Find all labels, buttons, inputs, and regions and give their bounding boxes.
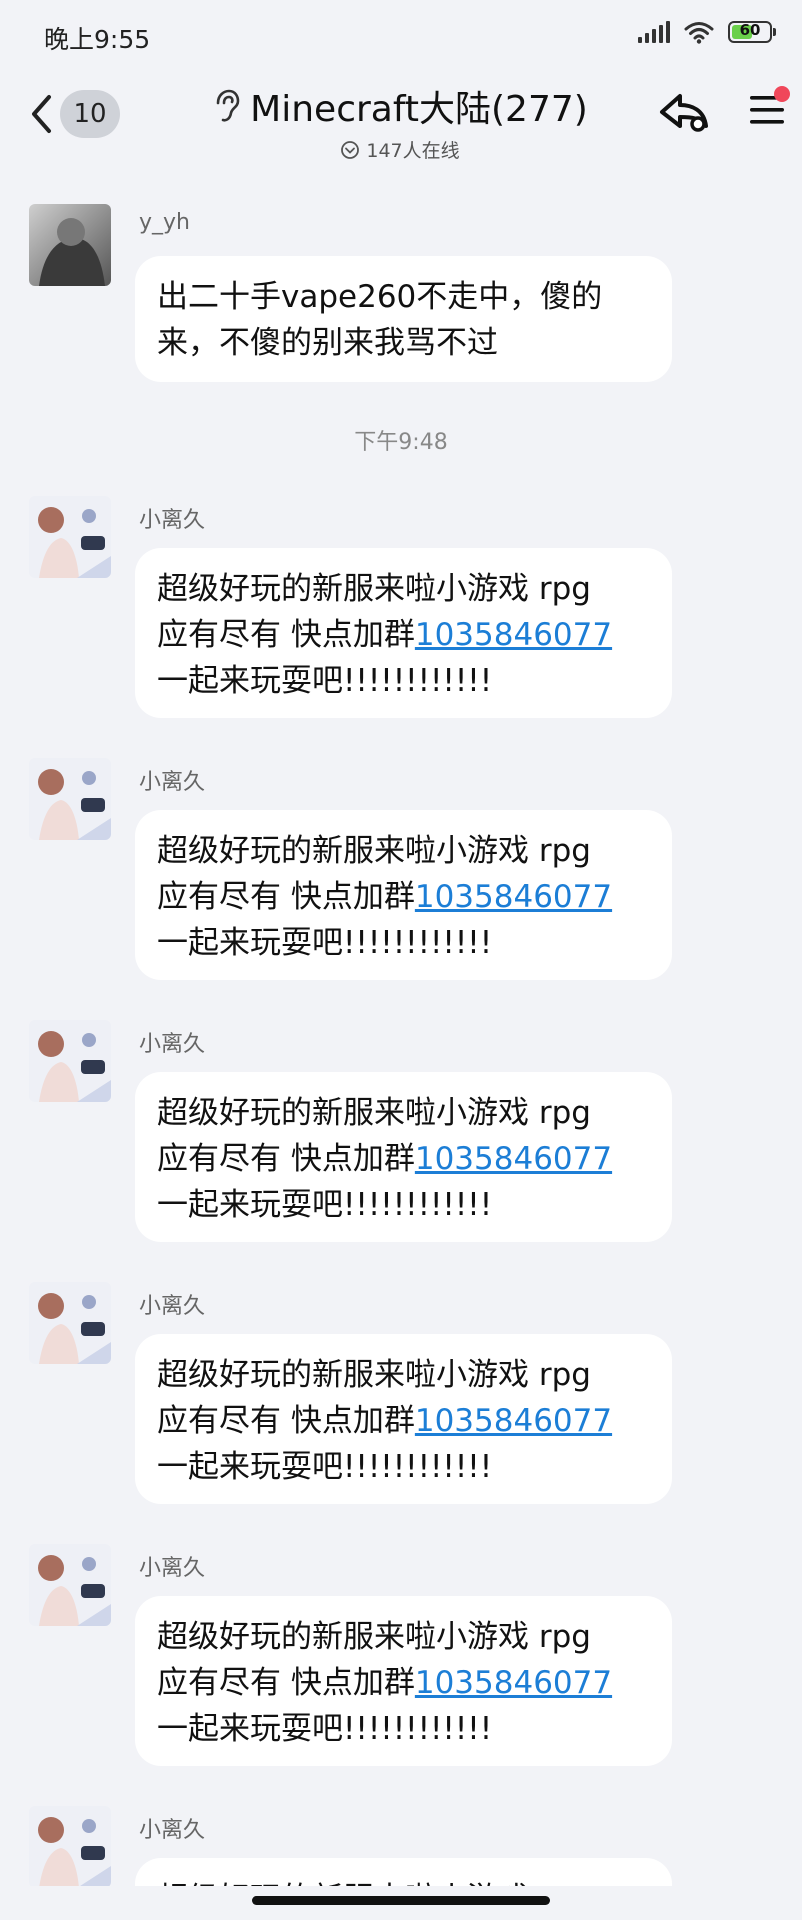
time-divider: 下午9:48 bbox=[354, 430, 448, 455]
online-status[interactable]: 147人在线 bbox=[170, 136, 630, 163]
message-text: 应有尽有 快点加群 bbox=[157, 1141, 415, 1177]
message-bubble[interactable]: 超级好玩的新服来啦小游戏 rpg 应有尽有 快点加群1035846077 一起来… bbox=[135, 1072, 672, 1242]
avatar-image bbox=[29, 758, 111, 840]
message-line: 应有尽有 快点加群1035846077 bbox=[157, 612, 650, 658]
chat-header: 10 Minecraft大陆(277) 147人在线 bbox=[0, 70, 802, 170]
status-bar: 晚上9:55 60 bbox=[0, 0, 802, 70]
group-number-link[interactable]: 1035846077 bbox=[415, 1665, 612, 1701]
message-text: 出二十手vape260不走中，傻的来，不傻的别来我骂不过 bbox=[157, 279, 603, 361]
status-icons: 60 bbox=[638, 20, 776, 44]
message-text: 应有尽有 快点加群 bbox=[157, 879, 415, 915]
message-line: 一起来玩耍吧!!!!!!!!!!!! bbox=[157, 1449, 493, 1485]
message-bubble[interactable]: 出二十手vape260不走中，傻的来，不傻的别来我骂不过 bbox=[135, 256, 672, 382]
sender-name: 小离久 bbox=[139, 770, 206, 795]
ear-icon bbox=[216, 89, 240, 122]
message-bubble[interactable]: 超级好玩的新服来啦小游戏 bbox=[135, 1858, 672, 1886]
share-icon[interactable] bbox=[658, 90, 710, 134]
unread-count-badge[interactable]: 10 bbox=[60, 90, 120, 138]
message-line: 一起来玩耍吧!!!!!!!!!!!! bbox=[157, 663, 493, 699]
message-text: 应有尽有 快点加群 bbox=[157, 1665, 415, 1701]
home-indicator[interactable] bbox=[252, 1896, 550, 1905]
message-line: 一起来玩耍吧!!!!!!!!!!!! bbox=[157, 925, 493, 961]
message-item: 小离久 超级好玩的新服来啦小游戏 rpg 应有尽有 快点加群1035846077… bbox=[0, 1282, 802, 1522]
avatar[interactable] bbox=[29, 204, 111, 286]
message-bubble[interactable]: 超级好玩的新服来啦小游戏 rpg 应有尽有 快点加群1035846077 一起来… bbox=[135, 810, 672, 980]
message-line: 超级好玩的新服来啦小游戏 rpg bbox=[157, 833, 591, 869]
group-number-link[interactable]: 1035846077 bbox=[415, 1403, 612, 1439]
online-chevron-icon bbox=[341, 140, 360, 159]
battery-icon: 60 bbox=[728, 21, 776, 43]
avatar-image bbox=[29, 1544, 111, 1626]
header-actions bbox=[658, 86, 790, 134]
message-line: 超级好玩的新服来啦小游戏 rpg bbox=[157, 1357, 591, 1393]
message-bubble[interactable]: 超级好玩的新服来啦小游戏 rpg 应有尽有 快点加群1035846077 一起来… bbox=[135, 548, 672, 718]
group-number-link[interactable]: 1035846077 bbox=[415, 879, 612, 915]
group-number-link[interactable]: 1035846077 bbox=[415, 1141, 612, 1177]
message-line: 一起来玩耍吧!!!!!!!!!!!! bbox=[157, 1711, 493, 1747]
message-bubble[interactable]: 超级好玩的新服来啦小游戏 rpg 应有尽有 快点加群1035846077 一起来… bbox=[135, 1334, 672, 1504]
avatar[interactable] bbox=[29, 496, 111, 578]
avatar-image bbox=[29, 1806, 111, 1886]
sender-name: 小离久 bbox=[139, 1556, 206, 1581]
message-line: 超级好玩的新服来啦小游戏 rpg bbox=[157, 571, 591, 607]
message-item: 小离久 超级好玩的新服来啦小游戏 rpg 应有尽有 快点加群1035846077… bbox=[0, 496, 802, 736]
status-time: 晚上9:55 bbox=[44, 25, 151, 54]
group-title[interactable]: Minecraft大陆(277) bbox=[250, 80, 588, 132]
avatar[interactable] bbox=[29, 1806, 111, 1886]
avatar-image bbox=[29, 204, 111, 286]
message-line: 超级好玩的新服来啦小游戏 rpg bbox=[157, 1619, 591, 1655]
message-bubble[interactable]: 超级好玩的新服来啦小游戏 rpg 应有尽有 快点加群1035846077 一起来… bbox=[135, 1596, 672, 1766]
group-number-link[interactable]: 1035846077 bbox=[415, 617, 612, 653]
message-line: 超级好玩的新服来啦小游戏 rpg bbox=[157, 1095, 591, 1131]
avatar[interactable] bbox=[29, 1544, 111, 1626]
sender-name: 小离久 bbox=[139, 1818, 206, 1843]
message-line: 应有尽有 快点加群1035846077 bbox=[157, 874, 650, 920]
message-item: 小离久 超级好玩的新服来啦小游戏 bbox=[0, 1806, 802, 1886]
avatar-image bbox=[29, 496, 111, 578]
title-area[interactable]: Minecraft大陆(277) 147人在线 bbox=[170, 80, 630, 163]
sender-name: 小离久 bbox=[139, 1032, 206, 1057]
message-line: 超级好玩的新服来啦小游戏 bbox=[157, 1876, 650, 1886]
back-icon[interactable] bbox=[28, 92, 54, 136]
sender-name: 小离久 bbox=[139, 508, 206, 533]
avatar-image bbox=[29, 1020, 111, 1102]
message-line: 一起来玩耍吧!!!!!!!!!!!! bbox=[157, 1187, 493, 1223]
message-text: 应有尽有 快点加群 bbox=[157, 1403, 415, 1439]
message-text: 应有尽有 快点加群 bbox=[157, 617, 415, 653]
avatar[interactable] bbox=[29, 1282, 111, 1364]
wifi-icon bbox=[684, 22, 714, 44]
sender-name: y_yh bbox=[139, 210, 190, 235]
message-item: 小离久 超级好玩的新服来啦小游戏 rpg 应有尽有 快点加群1035846077… bbox=[0, 758, 802, 998]
message-line: 应有尽有 快点加群1035846077 bbox=[157, 1660, 650, 1706]
message-item: y_yh 出二十手vape260不走中，傻的来，不傻的别来我骂不过 bbox=[0, 204, 802, 384]
avatar[interactable] bbox=[29, 758, 111, 840]
message-line: 应有尽有 快点加群1035846077 bbox=[157, 1398, 650, 1444]
avatar[interactable] bbox=[29, 1020, 111, 1102]
battery-level: 60 bbox=[739, 21, 761, 39]
signal-icon bbox=[638, 21, 670, 43]
message-line: 应有尽有 快点加群1035846077 bbox=[157, 1136, 650, 1182]
back-button[interactable]: 10 bbox=[28, 90, 120, 138]
sender-name: 小离久 bbox=[139, 1294, 206, 1319]
message-item: 小离久 超级好玩的新服来啦小游戏 rpg 应有尽有 快点加群1035846077… bbox=[0, 1020, 802, 1260]
message-item: 小离久 超级好玩的新服来啦小游戏 rpg 应有尽有 快点加群1035846077… bbox=[0, 1544, 802, 1784]
title-row: Minecraft大陆(277) bbox=[170, 80, 630, 132]
notification-dot bbox=[774, 86, 790, 102]
avatar-image bbox=[29, 1282, 111, 1364]
menu-button[interactable] bbox=[748, 86, 790, 132]
online-count: 147人在线 bbox=[366, 140, 460, 162]
